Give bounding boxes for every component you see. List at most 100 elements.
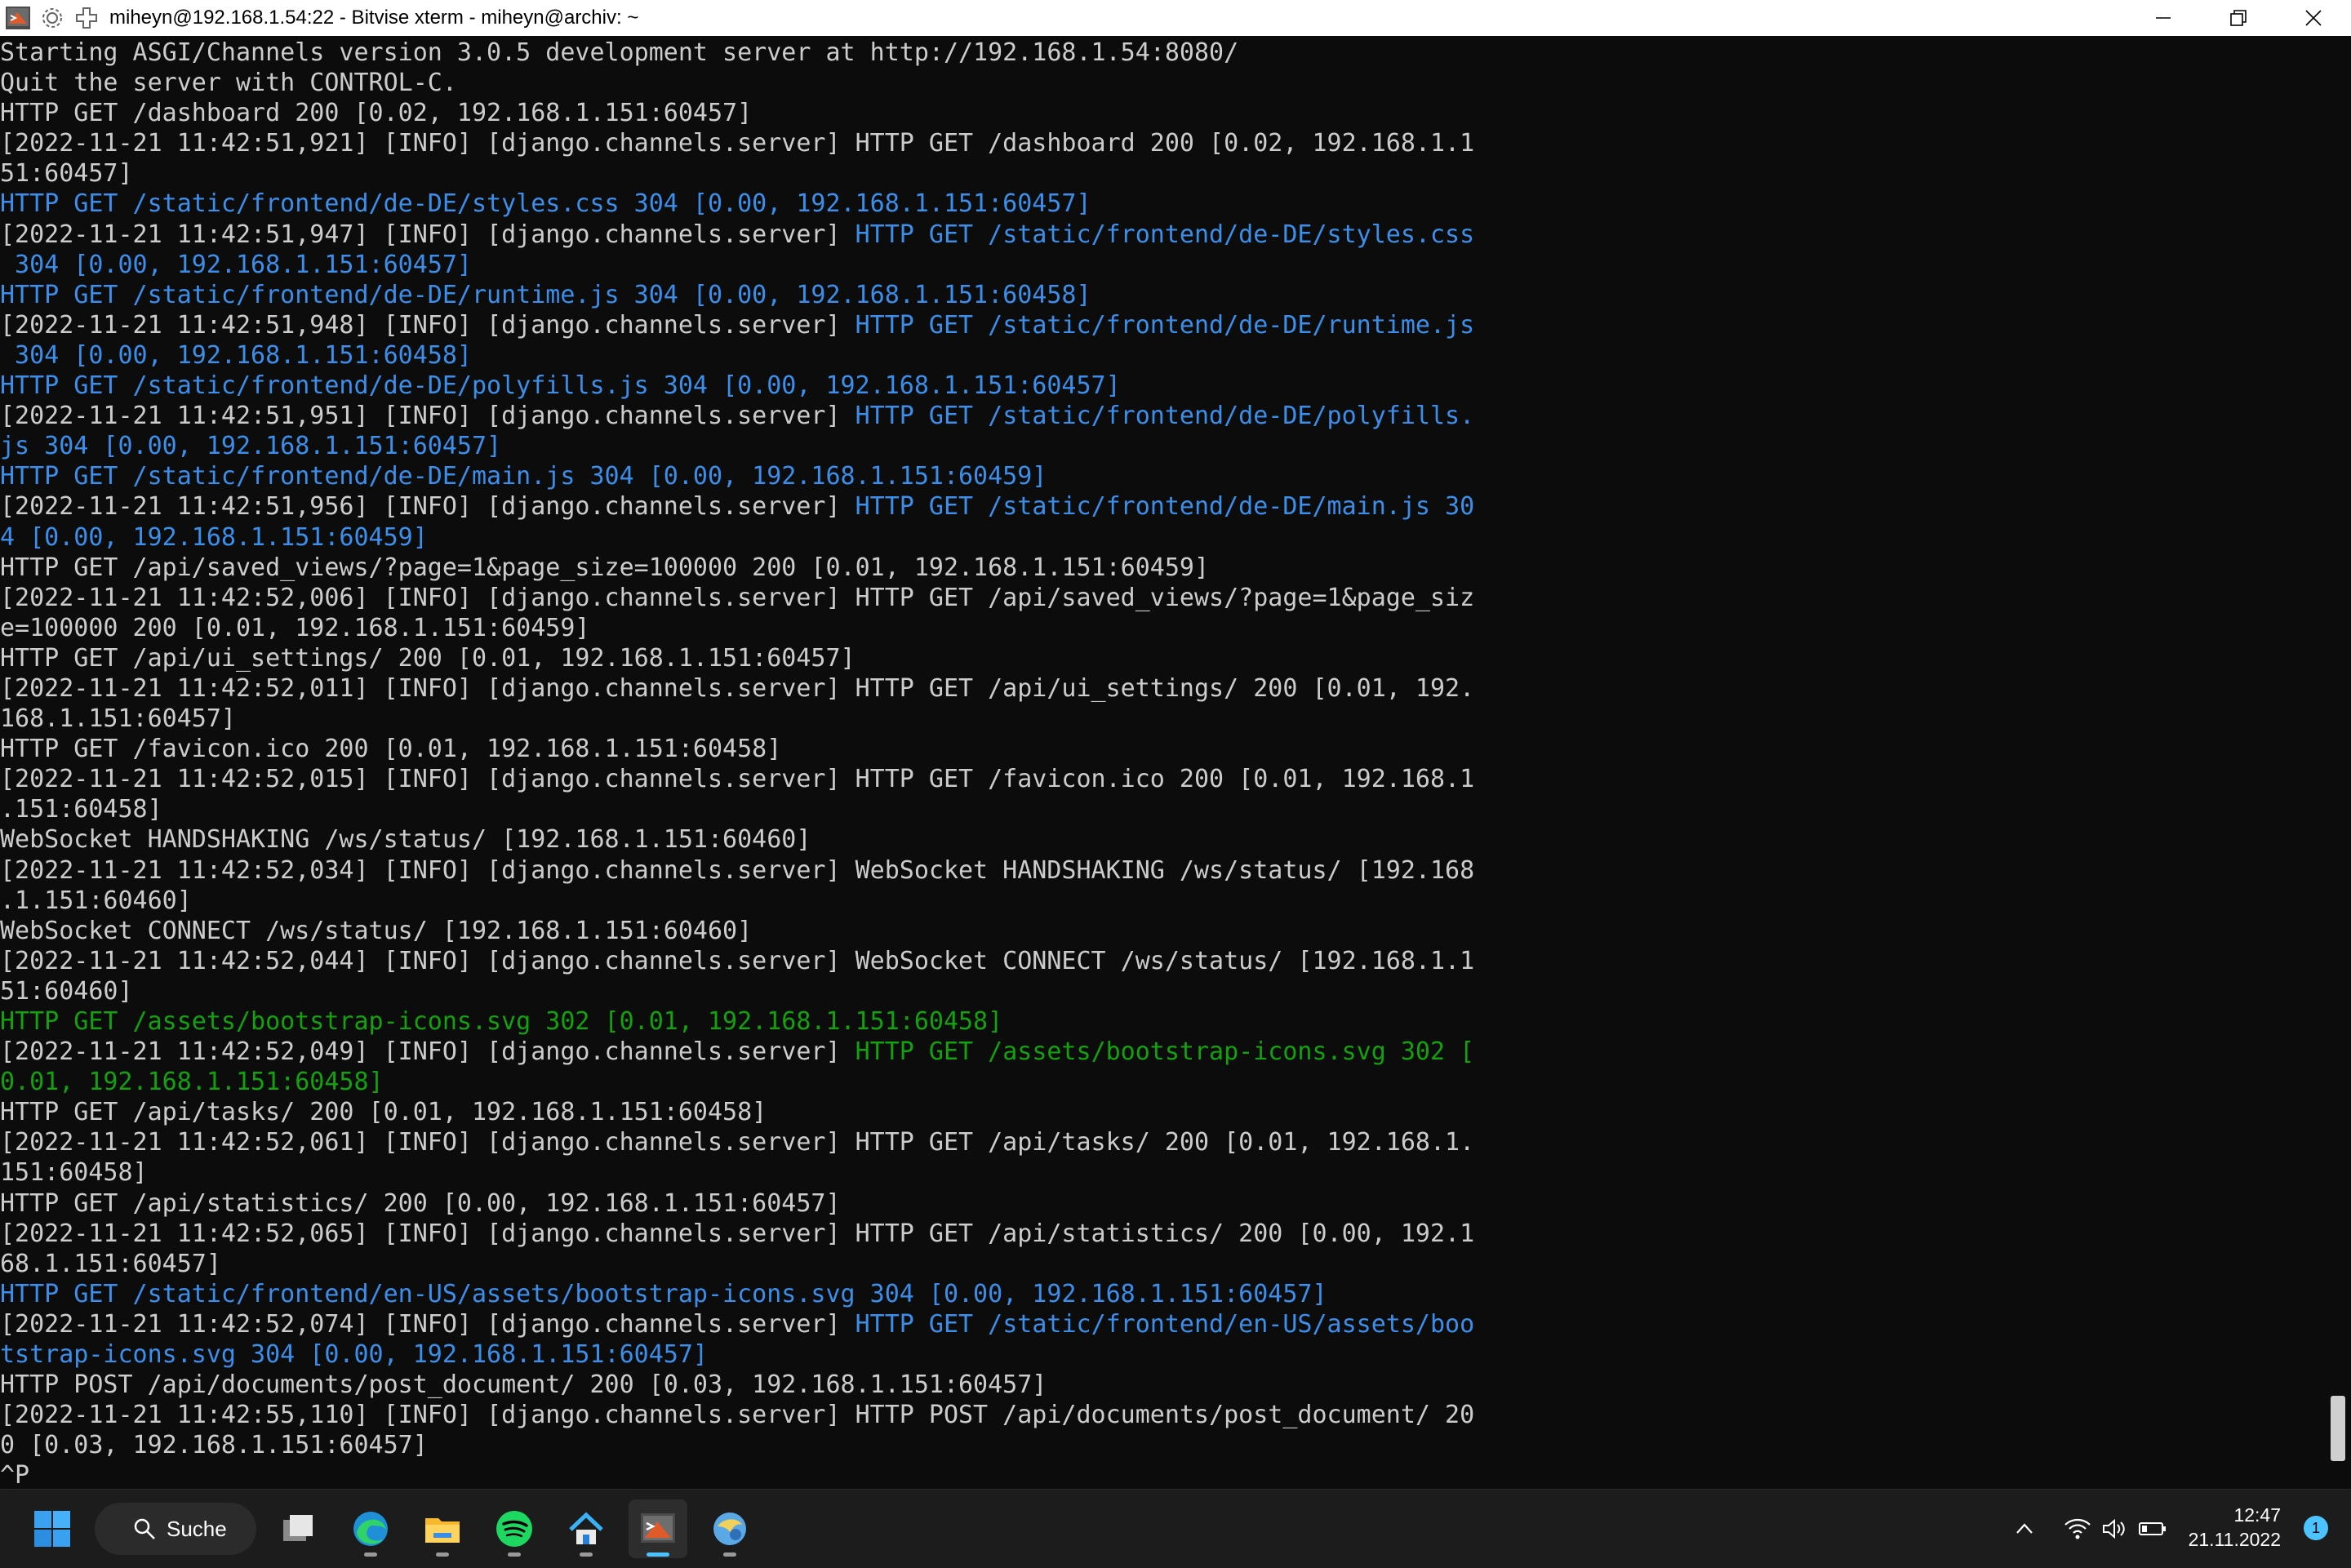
terminal-line: HTTP GET /api/ui_settings/ 200 [0.01, 19… (0, 643, 1474, 673)
terminal-line: HTTP GET /assets/bootstrap-icons.svg 302… (0, 1006, 1474, 1037)
terminal-line-text: .1.151:60460] (0, 886, 192, 915)
terminal-line: [2022-11-21 11:42:52,074] [INFO] [django… (0, 1309, 1474, 1339)
taskbar-file-explorer[interactable] (413, 1499, 472, 1558)
taskbar-search-button[interactable]: Suche (95, 1503, 256, 1555)
terminal-line: [2022-11-21 11:42:52,034] [INFO] [django… (0, 855, 1474, 886)
terminal-line: 304 [0.00, 192.168.1.151:60457] (0, 250, 1474, 280)
wifi-status[interactable] (2059, 1504, 2096, 1553)
search-label: Suche (167, 1516, 227, 1541)
scrollbar-thumb[interactable] (2331, 1396, 2345, 1461)
taskbar-edge[interactable] (341, 1499, 400, 1558)
terminal-app-icon[interactable] (2, 2, 34, 34)
minimize-icon (2156, 17, 2171, 19)
terminal-line-text: Starting ASGI/Channels version 3.0.5 dev… (0, 38, 1239, 67)
terminal-app-icon (641, 1513, 675, 1543)
battery-status[interactable] (2134, 1504, 2171, 1553)
terminal-line: [2022-11-21 11:42:51,951] [INFO] [django… (0, 401, 1474, 431)
terminal-line-highlight: HTTP GET /static/frontend/de-DE/runtime.… (855, 310, 1475, 340)
terminal-line: [2022-11-21 11:42:52,006] [INFO] [django… (0, 583, 1474, 613)
terminal-line-text: HTTP GET /assets/bootstrap-icons.svg 302… (0, 1007, 1003, 1036)
folder-icon (425, 1518, 460, 1543)
terminal-output[interactable]: Starting ASGI/Channels version 3.0.5 dev… (0, 36, 2325, 1489)
running-indicator (580, 1552, 593, 1557)
terminal-line: HTTP POST /api/documents/post_document/ … (0, 1370, 1474, 1400)
terminal-line-text: js 304 [0.00, 192.168.1.151:60457] (0, 432, 502, 461)
notification-badge[interactable]: 1 (2304, 1516, 2328, 1540)
terminal-line-highlight: HTTP GET /static/frontend/de-DE/polyfill… (855, 402, 1475, 431)
taskbar-network-drive[interactable] (557, 1499, 616, 1558)
terminal-line-text: HTTP GET /api/saved_views/?page=1&page_s… (0, 553, 1210, 582)
close-button[interactable] (2276, 0, 2351, 36)
terminal-line-text: HTTP GET /static/frontend/en-US/assets/b… (0, 1279, 1327, 1308)
terminal-line-text: [2022-11-21 11:42:52,011] [INFO] [django… (0, 673, 1475, 703)
gear-icon[interactable] (36, 2, 69, 34)
terminal-line: [2022-11-21 11:42:51,921] [INFO] [django… (0, 128, 1474, 158)
volume-control[interactable] (2096, 1504, 2132, 1553)
terminal-line: HTTP GET /static/frontend/de-DE/styles.c… (0, 189, 1474, 219)
clock-time: 12:47 (2233, 1504, 2281, 1526)
terminal-line: 51:60457] (0, 158, 1474, 189)
new-window-icon[interactable] (70, 2, 103, 34)
terminal-line-text: .151:60458] (0, 795, 162, 824)
terminal-line-text: HTTP GET /api/statistics/ 200 [0.00, 192… (0, 1188, 841, 1218)
terminal-line-text: [2022-11-21 11:42:52,034] [INFO] [django… (0, 855, 1475, 885)
terminal-line: [2022-11-21 11:42:52,011] [INFO] [django… (0, 673, 1474, 704)
taskbar-bitvise-xterm[interactable] (629, 1499, 687, 1558)
window-title-bar[interactable]: miheyn@192.168.1.54:22 - Bitvise xterm -… (0, 0, 2351, 36)
running-indicator (508, 1552, 521, 1557)
terminal-line-highlight: HTTP GET /assets/bootstrap-icons.svg 302… (855, 1037, 1475, 1067)
terminal-line: [2022-11-21 11:42:55,110] [INFO] [django… (0, 1400, 1474, 1430)
taskbar-spotify[interactable] (485, 1499, 544, 1558)
terminal-line-text: [2022-11-21 11:42:52,006] [INFO] [django… (0, 583, 1475, 612)
terminal-line-text: [2022-11-21 11:42:52,015] [INFO] [django… (0, 765, 1475, 794)
terminal-line: 304 [0.00, 192.168.1.151:60458] (0, 340, 1474, 371)
terminal-line: [2022-11-21 11:42:51,956] [INFO] [django… (0, 491, 1474, 522)
terminal-line-text: 304 [0.00, 192.168.1.151:60458] (0, 340, 472, 370)
terminal-line-text: [2022-11-21 11:42:52,061] [INFO] [django… (0, 1128, 1475, 1157)
taskbar: Suche 12:47 21.11.2022 1 (0, 1489, 2351, 1568)
window-title: miheyn@192.168.1.54:22 - Bitvise xterm -… (109, 7, 639, 29)
edge-browser-icon (353, 1512, 388, 1546)
minimize-button[interactable] (2126, 0, 2201, 36)
start-button[interactable] (23, 1499, 82, 1558)
terminal-line-text: HTTP GET /api/ui_settings/ 200 [0.01, 19… (0, 643, 856, 673)
terminal-line: [2022-11-21 11:42:52,044] [INFO] [django… (0, 946, 1474, 976)
terminal-line: .1.151:60460] (0, 886, 1474, 916)
terminal-line: HTTP GET /api/tasks/ 200 [0.01, 192.168.… (0, 1097, 1474, 1127)
terminal-line-text: HTTP GET /static/frontend/de-DE/main.js … (0, 462, 1047, 491)
terminal-line-text: 4 [0.00, 192.168.1.151:60459] (0, 522, 428, 552)
spotify-icon (496, 1511, 532, 1547)
running-indicator (723, 1552, 736, 1557)
terminal-lines: Starting ASGI/Channels version 3.0.5 dev… (0, 38, 1474, 1489)
taskbar-bitvise-client[interactable] (700, 1499, 759, 1558)
wifi-icon (2064, 1518, 2091, 1539)
terminal-line-text: 51:60460] (0, 976, 133, 1006)
terminal-line: .151:60458] (0, 794, 1474, 824)
terminal-line: Quit the server with CONTROL-C. (0, 68, 1474, 98)
terminal-line-text: [2022-11-21 11:42:51,951] [INFO] [django… (0, 402, 856, 431)
restore-button[interactable] (2201, 0, 2276, 36)
system-clock[interactable]: 12:47 21.11.2022 (2183, 1503, 2281, 1552)
terminal-line: 51:60460] (0, 976, 1474, 1006)
terminal-line-text: e=100000 200 [0.01, 192.168.1.151:60459] (0, 613, 590, 642)
terminal-line-text: [2022-11-21 11:42:51,956] [INFO] [django… (0, 492, 856, 522)
running-indicator (436, 1552, 449, 1557)
terminal-line: tstrap-icons.svg 304 [0.00, 192.168.1.15… (0, 1339, 1474, 1370)
terminal-scrollbar[interactable] (2325, 36, 2351, 1489)
close-icon (2305, 10, 2322, 26)
terminal-line: [2022-11-21 11:42:52,015] [INFO] [django… (0, 764, 1474, 794)
terminal-line-text: HTTP GET /static/frontend/de-DE/runtime.… (0, 280, 1091, 309)
terminal-line-text: WebSocket HANDSHAKING /ws/status/ [192.1… (0, 825, 811, 855)
terminal-line: HTTP GET /static/frontend/de-DE/main.js … (0, 461, 1474, 491)
terminal-line: HTTP GET /favicon.ico 200 [0.01, 192.168… (0, 734, 1474, 764)
terminal-line-text: 0.01, 192.168.1.151:60458] (0, 1068, 384, 1097)
active-indicator (647, 1552, 669, 1557)
windows-logo-icon (34, 1511, 70, 1547)
show-hidden-icons-button[interactable] (2008, 1504, 2041, 1553)
terminal-line: [2022-11-21 11:42:52,061] [INFO] [django… (0, 1127, 1474, 1157)
bitvise-client-icon (713, 1512, 746, 1545)
terminal-line: HTTP GET /api/saved_views/?page=1&page_s… (0, 553, 1474, 583)
taskbar-task-view[interactable] (269, 1499, 328, 1558)
task-view-icon (283, 1515, 313, 1541)
chevron-up-icon (2016, 1523, 2033, 1534)
